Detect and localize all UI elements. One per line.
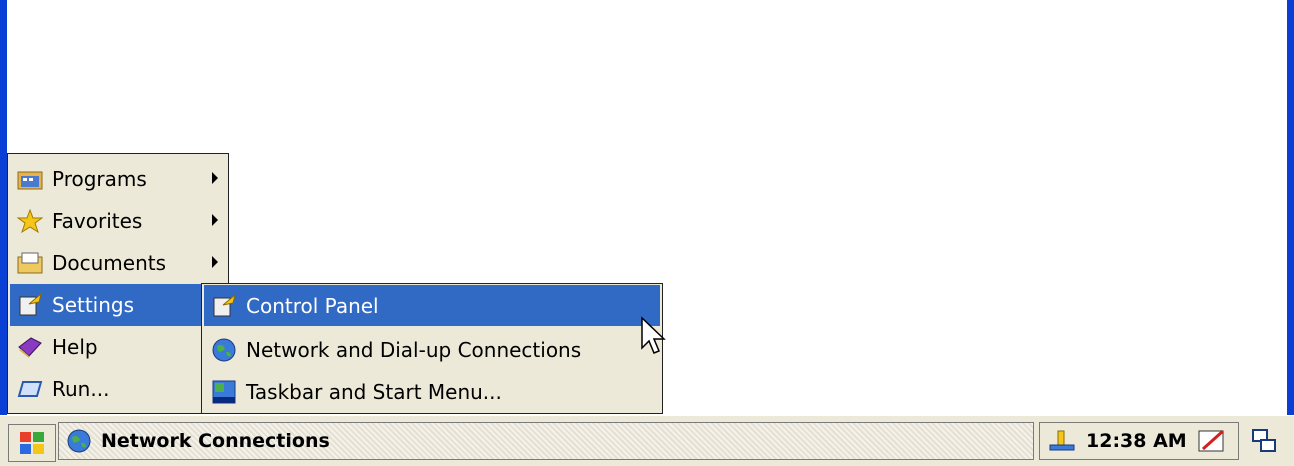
favorites-star-icon: [16, 207, 44, 235]
menu-item-programs[interactable]: Programs: [10, 158, 226, 200]
submenu-arrow-icon: [212, 214, 218, 226]
menu-item-label: Settings: [52, 293, 135, 317]
help-book-icon: [16, 333, 44, 361]
show-desktop-icon: [1252, 429, 1276, 452]
system-tray: 12:38 AM: [1039, 422, 1239, 460]
submenu-item-label: Network and Dial-up Connections: [246, 337, 582, 362]
programs-folder-icon: [16, 165, 44, 193]
show-desktop-button[interactable]: [1245, 424, 1285, 460]
submenu-arrow-icon: [212, 172, 218, 184]
settings-submenu: Control Panel Network and Dial-up Connec…: [201, 283, 663, 414]
control-panel-icon: [210, 292, 238, 320]
menu-item-settings[interactable]: Settings: [10, 284, 226, 326]
submenu-item-network[interactable]: Network and Dial-up Connections: [204, 329, 660, 370]
window-frame-right: [1287, 0, 1294, 418]
menu-item-label: Help: [52, 335, 98, 359]
input-panel-icon[interactable]: [1197, 427, 1227, 455]
menu-item-label: Programs: [52, 167, 147, 191]
submenu-item-label: Taskbar and Start Menu...: [246, 379, 502, 404]
submenu-item-label: Control Panel: [246, 293, 379, 318]
network-globe-icon: [65, 427, 93, 455]
task-button-network-connections[interactable]: Network Connections: [58, 422, 1034, 460]
clock[interactable]: 12:38 AM: [1086, 430, 1187, 452]
run-icon: [16, 375, 44, 403]
windows-logo-icon: [20, 432, 44, 454]
network-status-icon[interactable]: [1048, 429, 1076, 453]
menu-item-label: Favorites: [52, 209, 143, 233]
menu-item-help[interactable]: Help: [10, 326, 226, 368]
settings-icon: [16, 291, 44, 319]
window-frame-left: [0, 0, 7, 418]
mouse-cursor-icon: [641, 316, 666, 354]
menu-item-label: Documents: [52, 251, 167, 275]
submenu-item-control-panel[interactable]: Control Panel: [204, 285, 660, 326]
taskbar: Network Connections 12:38 AM: [0, 415, 1294, 466]
start-button[interactable]: [8, 424, 56, 462]
submenu-item-taskbar[interactable]: Taskbar and Start Menu...: [204, 371, 660, 412]
taskbar-icon: [210, 378, 238, 406]
submenu-arrow-icon: [212, 256, 218, 268]
task-button-label: Network Connections: [101, 430, 330, 452]
start-menu: Programs Favorites Documents Settings He…: [7, 153, 229, 414]
menu-item-documents[interactable]: Documents: [10, 242, 226, 284]
menu-item-favorites[interactable]: Favorites: [10, 200, 226, 242]
network-globe-icon: [210, 336, 238, 364]
menu-item-label: Run...: [52, 377, 110, 401]
documents-folder-icon: [16, 249, 44, 277]
menu-item-run[interactable]: Run...: [10, 368, 226, 410]
